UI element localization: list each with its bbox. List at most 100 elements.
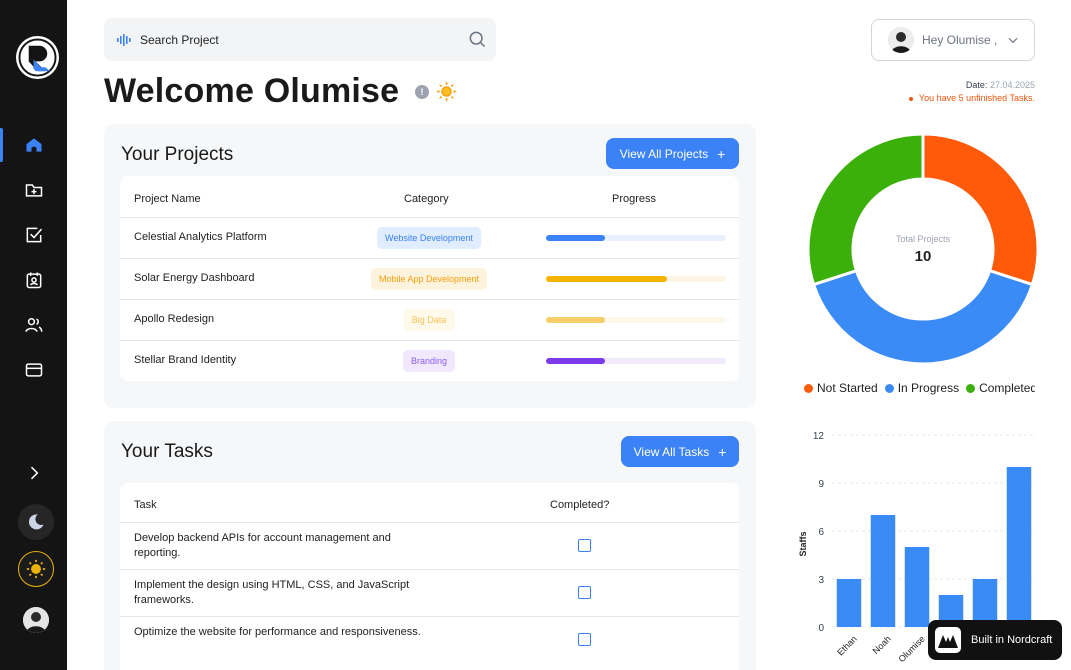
avatar bbox=[888, 27, 914, 53]
project-name: Stellar Brand Identity bbox=[134, 354, 237, 366]
search-input[interactable] bbox=[140, 32, 460, 47]
moon-icon bbox=[28, 514, 44, 530]
y-tick-label: 6 bbox=[818, 527, 824, 538]
view-all-projects-button[interactable]: View All Projects + bbox=[606, 138, 739, 169]
date-value: 27.04.2025 bbox=[989, 80, 1035, 90]
projects-title: Your Projects bbox=[121, 144, 234, 165]
donut-legend: Not Started In Progress Completed bbox=[804, 381, 1035, 397]
nav-billing[interactable] bbox=[0, 353, 67, 387]
light-mode-toggle[interactable] bbox=[18, 551, 54, 587]
task-completed-checkbox[interactable] bbox=[578, 633, 591, 646]
tasks-title: Your Tasks bbox=[121, 441, 213, 462]
progress-bar bbox=[546, 276, 726, 282]
nordcraft-logo-icon bbox=[935, 627, 961, 653]
progress-bar-fill bbox=[546, 358, 606, 364]
nav-projects[interactable] bbox=[0, 173, 67, 207]
chevron-right-icon bbox=[30, 466, 38, 480]
progress-bar bbox=[546, 317, 726, 323]
avatar[interactable] bbox=[23, 607, 49, 633]
legend-label: Completed bbox=[979, 381, 1035, 395]
y-tick-label: 0 bbox=[818, 623, 824, 634]
dashboard: Hey Olumise , Welcome Olumise ! Date: 27… bbox=[0, 0, 1071, 670]
y-axis-label: Staffs bbox=[798, 531, 808, 556]
col-header-category: Category bbox=[404, 193, 449, 205]
x-tick-label: Ethan bbox=[835, 634, 859, 658]
voice-wave-icon[interactable] bbox=[117, 33, 131, 46]
legend-label: In Progress bbox=[897, 381, 960, 395]
legend-swatch bbox=[966, 384, 976, 393]
col-header-task: Task bbox=[134, 499, 157, 511]
legend-item: Not Started bbox=[804, 381, 878, 395]
table-row: Implement the design using HTML, CSS, an… bbox=[120, 569, 739, 616]
task-description: Implement the design using HTML, CSS, an… bbox=[134, 579, 410, 606]
task-completed-checkbox[interactable] bbox=[578, 586, 591, 599]
task-completed-checkbox[interactable] bbox=[578, 539, 591, 552]
view-all-tasks-button[interactable]: View All Tasks + bbox=[621, 436, 739, 467]
task-description: Develop backend APIs for account managem… bbox=[134, 532, 391, 559]
expand-sidebar-button[interactable] bbox=[0, 456, 67, 490]
y-tick-label: 12 bbox=[813, 431, 825, 442]
button-label: View All Projects bbox=[619, 146, 709, 161]
bar bbox=[870, 515, 896, 627]
progress-bar bbox=[546, 358, 726, 364]
chevron-down-icon bbox=[1008, 37, 1018, 44]
progress-bar bbox=[546, 235, 726, 241]
search-bar bbox=[104, 18, 496, 61]
progress-bar-fill bbox=[546, 276, 667, 282]
date-display: Date: 27.04.2025 bbox=[966, 80, 1035, 90]
table-row: Optimize the website for performance and… bbox=[120, 616, 739, 663]
projects-panel: Your Projects View All Projects + Projec… bbox=[104, 124, 756, 408]
donut-center-total: 10 bbox=[914, 248, 932, 265]
nav-tasks[interactable] bbox=[0, 218, 67, 252]
legend-swatch bbox=[804, 384, 813, 393]
col-header-name: Project Name bbox=[134, 193, 201, 205]
dark-mode-toggle[interactable] bbox=[18, 504, 54, 540]
donut-center-label: Total Projects bbox=[895, 234, 951, 244]
home-icon bbox=[26, 138, 41, 152]
table-row[interactable]: Celestial Analytics Platform Website Deve… bbox=[120, 217, 739, 258]
tasks-table: Task Completed? Develop backend APIs for… bbox=[120, 483, 739, 670]
y-tick-label: 9 bbox=[818, 479, 824, 490]
table-row[interactable]: Stellar Brand Identity Branding bbox=[120, 340, 739, 381]
page-title: Welcome Olumise bbox=[104, 72, 400, 110]
user-menu-button[interactable]: Hey Olumise , bbox=[871, 19, 1035, 61]
legend-label: Not Started bbox=[817, 381, 878, 395]
tasks-panel: Your Tasks View All Tasks + Task Complet… bbox=[104, 421, 756, 670]
x-tick-label: Olumise bbox=[896, 634, 926, 664]
info-icon[interactable]: ! bbox=[415, 85, 429, 99]
donut-slice bbox=[811, 268, 1035, 364]
sun-emoji-icon bbox=[436, 81, 457, 102]
badge-text: Built in Nordcraft bbox=[971, 634, 1053, 646]
nav-team[interactable] bbox=[0, 308, 67, 342]
bar bbox=[904, 547, 930, 627]
table-row: Develop backend APIs for account managem… bbox=[120, 522, 739, 569]
folder-icon bbox=[25, 184, 42, 197]
category-badge: Website Development bbox=[377, 227, 481, 249]
search-icon[interactable] bbox=[467, 29, 487, 49]
unfinished-tasks-warning: You have 5 unfinished Tasks. bbox=[909, 93, 1035, 103]
card-icon bbox=[25, 363, 42, 377]
donut-center: Total Projects 10 bbox=[808, 234, 1038, 265]
checkbox-icon bbox=[26, 227, 42, 243]
legend-swatch bbox=[884, 384, 894, 393]
sun-icon bbox=[26, 559, 46, 579]
task-description: Optimize the website for performance and… bbox=[134, 626, 421, 638]
built-in-nordcraft-badge[interactable]: Built in Nordcraft bbox=[928, 620, 1062, 660]
table-row[interactable]: Solar Energy Dashboard Mobile App Develop… bbox=[120, 258, 739, 299]
logo-icon[interactable] bbox=[16, 36, 59, 79]
col-header-progress: Progress bbox=[612, 193, 657, 205]
y-tick-label: 3 bbox=[818, 575, 824, 586]
progress-bar-fill bbox=[546, 317, 606, 323]
nav-home[interactable] bbox=[0, 128, 67, 162]
nav-schedule[interactable] bbox=[0, 263, 67, 297]
project-name: Solar Energy Dashboard bbox=[134, 272, 255, 284]
table-row[interactable]: Apollo Redesign Big Data bbox=[120, 299, 739, 340]
warning-text: You have 5 unfinished Tasks. bbox=[918, 93, 1035, 103]
plus-icon: + bbox=[718, 443, 727, 460]
sidebar bbox=[0, 0, 67, 670]
legend-item: Completed bbox=[966, 381, 1035, 395]
progress-bar-fill bbox=[546, 235, 606, 241]
plus-icon: + bbox=[717, 145, 726, 162]
project-name: Celestial Analytics Platform bbox=[134, 231, 267, 243]
x-tick-label: Noah bbox=[871, 634, 893, 656]
